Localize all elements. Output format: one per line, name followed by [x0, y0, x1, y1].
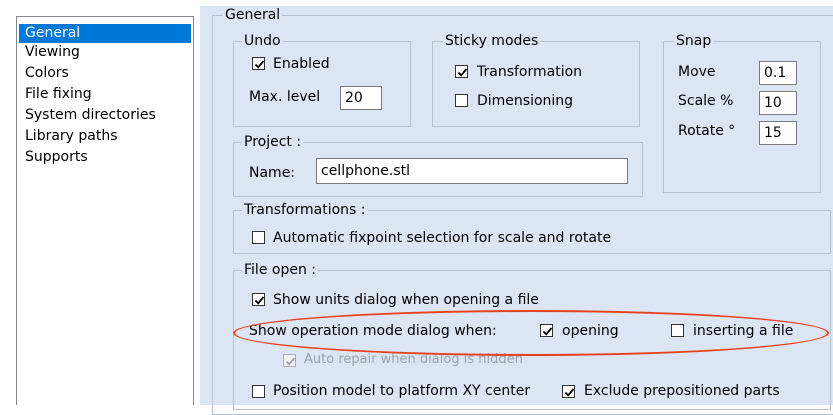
project-name-input[interactable]	[316, 158, 628, 184]
undo-group	[233, 41, 411, 127]
checkmark-icon	[457, 68, 468, 77]
snap-move-label: Move	[678, 64, 716, 80]
project-group-title: Project :	[242, 134, 304, 150]
opening-label: opening	[562, 323, 619, 339]
undo-enabled-label: Enabled	[273, 56, 330, 72]
undo-group-title: Undo	[242, 33, 283, 49]
position-xy-checkbox[interactable]	[252, 385, 265, 398]
snap-group-title: Snap	[674, 33, 714, 49]
snap-scale-input[interactable]	[759, 91, 797, 115]
general-group-title: General	[223, 7, 283, 23]
category-colors[interactable]: Colors	[23, 64, 191, 83]
category-general[interactable]: General	[19, 24, 191, 43]
checkmark-icon	[564, 388, 575, 397]
undo-enabled-checkbox[interactable]	[252, 57, 265, 70]
snap-rotate-input[interactable]	[759, 121, 797, 145]
checkmark-icon	[254, 296, 265, 305]
max-level-input[interactable]	[340, 86, 382, 110]
sticky-modes-group	[432, 41, 640, 127]
category-system-directories[interactable]: System directories	[23, 106, 191, 125]
max-level-label: Max. level	[249, 89, 321, 105]
auto-repair-label: Auto repair when dialog is hidden	[304, 352, 523, 367]
transformations-group-title: Transformations :	[242, 202, 368, 218]
transformation-label: Transformation	[477, 64, 583, 80]
snap-scale-label: Scale %	[678, 93, 734, 109]
position-xy-label: Position model to platform XY center	[273, 383, 531, 399]
project-name-label: Name:	[249, 165, 296, 181]
show-units-checkbox[interactable]	[252, 293, 265, 306]
checkmark-icon	[285, 357, 296, 366]
checkmark-icon	[542, 327, 553, 336]
inserting-checkbox[interactable]	[671, 324, 684, 337]
show-units-label: Show units dialog when opening a file	[273, 292, 539, 308]
op-mode-label: Show operation mode dialog when:	[249, 323, 497, 339]
dimensioning-checkbox[interactable]	[455, 94, 468, 107]
auto-fixpoint-label: Automatic fixpoint selection for scale a…	[273, 230, 612, 246]
exclude-prepositioned-label: Exclude prepositioned parts	[584, 383, 780, 399]
transformation-checkbox[interactable]	[455, 65, 468, 78]
auto-repair-checkbox	[283, 354, 296, 367]
category-library-paths[interactable]: Library paths	[23, 127, 191, 146]
file-open-group-title: File open :	[242, 262, 318, 278]
category-viewing[interactable]: Viewing	[23, 43, 191, 62]
snap-move-input[interactable]	[759, 61, 797, 85]
inserting-label: inserting a file	[693, 323, 794, 339]
checkmark-icon	[254, 60, 265, 69]
exclude-prepositioned-checkbox[interactable]	[562, 385, 575, 398]
snap-rotate-label: Rotate °	[678, 123, 736, 139]
auto-fixpoint-checkbox[interactable]	[252, 231, 265, 244]
category-supports[interactable]: Supports	[23, 148, 191, 167]
opening-checkbox[interactable]	[540, 324, 553, 337]
category-file-fixing[interactable]: File fixing	[23, 85, 191, 104]
sticky-modes-group-title: Sticky modes	[443, 33, 541, 49]
dimensioning-label: Dimensioning	[477, 93, 574, 109]
category-list[interactable]: General Viewing Colors File fixing Syste…	[16, 16, 194, 405]
